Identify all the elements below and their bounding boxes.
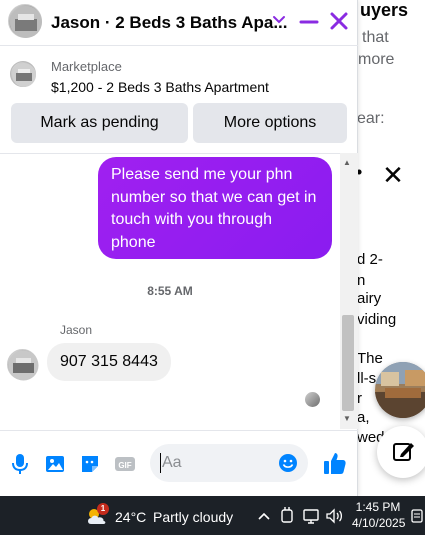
weather-temperature[interactable]: 24°C xyxy=(115,509,146,525)
listing-title: $1,200 - 2 Beds 3 Baths Apartment xyxy=(51,79,269,95)
new-message-button[interactable] xyxy=(377,426,425,478)
usb-device-icon[interactable] xyxy=(277,506,297,526)
message-input[interactable] xyxy=(162,452,272,474)
scroll-down-arrow-icon[interactable]: ▼ xyxy=(343,414,351,423)
background-text: that xyxy=(362,29,389,46)
text-caret xyxy=(160,453,161,473)
sender-avatar[interactable] xyxy=(7,349,39,381)
chat-title[interactable]: Jason · 2 Beds 3 Baths Apa... xyxy=(51,13,288,33)
mark-as-pending-button[interactable]: Mark as pending xyxy=(11,103,188,143)
background-text: The xyxy=(357,350,383,367)
read-receipt-avatar xyxy=(305,392,320,407)
microphone-icon[interactable] xyxy=(8,452,32,476)
weather-condition[interactable]: Partly cloudy xyxy=(153,509,233,525)
background-text: ll-s xyxy=(357,370,377,387)
emoji-icon[interactable] xyxy=(278,453,298,473)
contact-avatar[interactable] xyxy=(8,4,42,38)
chevron-up-icon[interactable] xyxy=(254,506,274,526)
background-text: viding xyxy=(357,311,397,328)
background-text: ear: xyxy=(357,110,385,127)
gif-icon[interactable]: GIF xyxy=(113,452,137,476)
background-text: d 2- xyxy=(357,251,383,268)
photo-icon[interactable] xyxy=(43,452,67,476)
svg-text:GIF: GIF xyxy=(118,461,131,470)
close-icon[interactable]: ✕ xyxy=(378,160,408,190)
clock-time[interactable]: 1:45 PM xyxy=(352,500,404,514)
listing-source: Marketplace xyxy=(51,59,122,74)
scrollbar-thumb[interactable] xyxy=(342,315,354,411)
network-icon[interactable] xyxy=(301,506,321,526)
volume-icon[interactable] xyxy=(324,506,344,526)
chat-header[interactable]: Jason · 2 Beds 3 Baths Apa... xyxy=(0,0,358,46)
sender-name: Jason xyxy=(60,323,93,337)
outgoing-message[interactable]: Please send me your phn number so that w… xyxy=(98,157,332,259)
more-options-button[interactable]: More options xyxy=(193,103,347,143)
message-timestamp: 8:55 AM xyxy=(147,284,193,298)
sticker-icon[interactable] xyxy=(78,452,102,476)
notification-icon[interactable] xyxy=(410,506,424,526)
incoming-message[interactable]: 907 315 8443 xyxy=(47,343,171,381)
minimize-icon[interactable] xyxy=(297,10,321,34)
thumbs-up-icon[interactable] xyxy=(322,450,348,476)
background-text: n xyxy=(357,272,366,289)
listing-thumbnail xyxy=(10,61,36,87)
background-text: more xyxy=(358,51,395,68)
marketplace-listing[interactable]: Marketplace $1,200 - 2 Beds 3 Baths Apar… xyxy=(0,47,358,102)
background-text: airy xyxy=(357,290,382,307)
background-heading: uyers xyxy=(360,0,409,20)
chat-window: Jason · 2 Beds 3 Baths Apa... Marketplac… xyxy=(0,0,358,496)
clock-date[interactable]: 4/10/2025 xyxy=(352,516,405,530)
chevron-down-icon[interactable] xyxy=(271,12,287,28)
close-icon[interactable] xyxy=(327,9,351,33)
scroll-up-arrow-icon[interactable]: ▲ xyxy=(343,158,351,167)
background-text: a, xyxy=(357,409,370,426)
chat-head-avatar[interactable] xyxy=(375,362,425,418)
weather-alert-badge: 1 xyxy=(97,503,109,515)
